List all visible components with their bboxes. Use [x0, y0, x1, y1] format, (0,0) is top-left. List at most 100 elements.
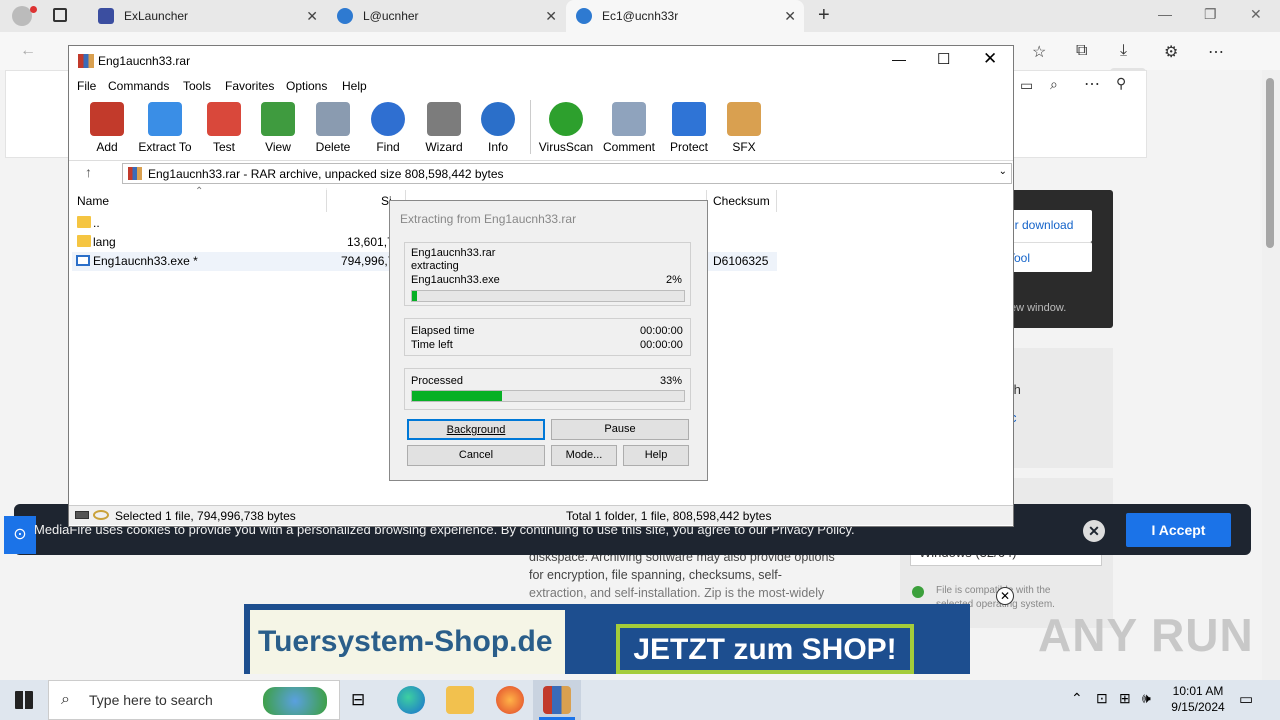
- menu-commands[interactable]: Commands: [108, 79, 169, 93]
- file-percent: 2%: [666, 274, 682, 286]
- archive-path-text: Eng1aucnh33.rar - RAR archive, unpacked …: [148, 167, 504, 181]
- list-item[interactable]: lang 13,601,7: [72, 233, 394, 252]
- article-line: for encryption, file spanning, checksums…: [529, 568, 782, 582]
- rar-close-icon[interactable]: ✕: [983, 49, 997, 69]
- extract-to-button[interactable]: Extract To: [137, 102, 193, 154]
- wizard-wand-icon: [427, 102, 461, 136]
- menu-file[interactable]: File: [77, 79, 96, 93]
- tab-launcher[interactable]: L@ucnher ✕: [327, 0, 565, 32]
- tab-active[interactable]: Ec1@ucnh33r ✕: [566, 0, 804, 32]
- new-tab-icon[interactable]: +: [818, 4, 830, 27]
- wizard-button[interactable]: Wizard: [422, 102, 466, 154]
- article-line: extraction, and self-installation. Zip i…: [529, 586, 825, 600]
- elapsed-value: 00:00:00: [640, 325, 683, 337]
- accept-cookies-button[interactable]: I Accept: [1126, 513, 1231, 547]
- time-left-value: 00:00:00: [640, 339, 683, 351]
- virusscan-icon: [549, 102, 583, 136]
- status-total: Total 1 folder, 1 file, 808,598,442 byte…: [566, 509, 772, 523]
- processed-progress-bar: [411, 390, 685, 402]
- check-icon: [912, 586, 924, 598]
- more-options-icon[interactable]: ⋯: [1084, 74, 1100, 94]
- ad-close-icon[interactable]: ✕: [996, 587, 1014, 605]
- rar-minimize-icon[interactable]: —: [892, 51, 906, 67]
- winrar-title: Eng1aucnh33.rar: [98, 54, 191, 68]
- column-checksum-header[interactable]: Checksum: [713, 194, 770, 208]
- virusscan-button[interactable]: VirusScan: [538, 102, 594, 154]
- minimize-icon[interactable]: —: [1158, 6, 1172, 22]
- dialog-title: Extracting from Eng1aucnh33.rar: [400, 212, 577, 226]
- start-windows-icon[interactable]: [15, 691, 33, 709]
- winrar-titlebar[interactable]: Eng1aucnh33.rar — ☐ ✕: [69, 46, 1013, 76]
- pause-button[interactable]: Pause: [551, 419, 689, 440]
- tab-close-icon[interactable]: ✕: [784, 8, 796, 25]
- mode-button[interactable]: Mode...: [551, 445, 617, 466]
- comment-button[interactable]: Comment: [600, 102, 658, 154]
- delete-bin-icon: [316, 102, 350, 136]
- browser-tab-strip: ExLauncher ✕ L@ucnher ✕ Ec1@ucnh33r ✕ + …: [0, 0, 1280, 32]
- edge-taskbar-icon[interactable]: [397, 686, 425, 714]
- extract-folder-icon: [148, 102, 182, 136]
- background-button[interactable]: Background: [407, 419, 545, 440]
- search-downloads-icon[interactable]: ⌕: [1050, 76, 1058, 93]
- list-item[interactable]: ..: [72, 214, 322, 233]
- delete-button[interactable]: Delete: [313, 102, 353, 154]
- ad-shop-button[interactable]: JETZT zum SHOP!: [616, 624, 914, 674]
- notification-icon[interactable]: ▭: [1239, 690, 1253, 708]
- tab-exlauncher[interactable]: ExLauncher ✕: [88, 0, 326, 32]
- rar-maximize-icon[interactable]: ☐: [937, 50, 950, 68]
- profile-avatar[interactable]: [12, 6, 32, 26]
- collections-icon[interactable]: ⧉: [1076, 42, 1087, 60]
- menu-help[interactable]: Help: [342, 79, 367, 93]
- tab-close-icon[interactable]: ✕: [306, 8, 318, 25]
- task-view-icon[interactable]: ⊟: [351, 690, 365, 710]
- menu-favorites[interactable]: Favorites: [225, 79, 274, 93]
- comment-icon: [612, 102, 646, 136]
- taskbar-clock[interactable]: 10:01 AM 9/15/2024: [1162, 683, 1234, 715]
- taskbar-search-input[interactable]: ⌕ Type here to search: [48, 680, 340, 720]
- restore-icon[interactable]: ❐: [1204, 6, 1217, 23]
- tab-actions-icon[interactable]: [53, 8, 67, 22]
- info-button[interactable]: Info: [478, 102, 518, 154]
- cookie-close-icon[interactable]: ✕: [1083, 520, 1105, 542]
- close-window-icon[interactable]: ✕: [1250, 6, 1262, 23]
- action-text: extracting: [411, 260, 459, 272]
- pin-icon[interactable]: ⚲: [1116, 75, 1126, 92]
- tab-close-icon[interactable]: ✕: [545, 8, 557, 25]
- dropdown-chevron-icon[interactable]: ⌄: [999, 166, 1007, 177]
- protect-button[interactable]: Protect: [667, 102, 711, 154]
- cancel-button[interactable]: Cancel: [407, 445, 545, 466]
- processed-progress-fill: [412, 391, 502, 401]
- view-button[interactable]: View: [258, 102, 298, 154]
- privacy-settings-icon[interactable]: ⊙: [4, 516, 36, 554]
- find-button[interactable]: Find: [368, 102, 408, 154]
- archive-path-field[interactable]: Eng1aucnh33.rar - RAR archive, unpacked …: [122, 163, 1012, 184]
- tray-device-icon[interactable]: ⊡: [1096, 690, 1108, 707]
- volume-icon[interactable]: 🕪: [1142, 690, 1151, 707]
- favorites-icon[interactable]: ☆: [1032, 42, 1046, 62]
- drive-icon: [75, 511, 89, 519]
- file-explorer-icon[interactable]: [446, 686, 474, 714]
- more-menu-icon[interactable]: ⋯: [1208, 42, 1224, 62]
- ad-logo-text[interactable]: Tuersystem-Shop.de: [250, 610, 565, 674]
- extensions-icon[interactable]: ⚙: [1164, 42, 1178, 62]
- folder-icon: [77, 235, 91, 247]
- back-icon[interactable]: ←: [20, 42, 36, 60]
- test-button[interactable]: Test: [204, 102, 244, 154]
- help-button[interactable]: Help: [623, 445, 689, 466]
- open-folder-icon[interactable]: ▭: [1020, 77, 1033, 94]
- network-icon[interactable]: ⊞: [1119, 690, 1131, 707]
- download-icon: ⤓: [1120, 42, 1128, 59]
- tray-chevron-icon[interactable]: ⌃: [1071, 690, 1083, 707]
- key-icon: [93, 510, 109, 520]
- scrollbar-thumb[interactable]: [1266, 78, 1274, 248]
- sfx-button[interactable]: SFX: [724, 102, 764, 154]
- menu-tools[interactable]: Tools: [183, 79, 211, 93]
- article-text: diskspace. Archiving software may also p…: [529, 548, 869, 602]
- processed-label: Processed: [411, 375, 463, 387]
- info-icon: [481, 102, 515, 136]
- firefox-icon[interactable]: [496, 686, 524, 714]
- add-button[interactable]: Add: [87, 102, 127, 154]
- up-arrow-icon[interactable]: ↑: [85, 164, 92, 180]
- menu-options[interactable]: Options: [286, 79, 327, 93]
- column-name-header[interactable]: Name: [77, 194, 109, 208]
